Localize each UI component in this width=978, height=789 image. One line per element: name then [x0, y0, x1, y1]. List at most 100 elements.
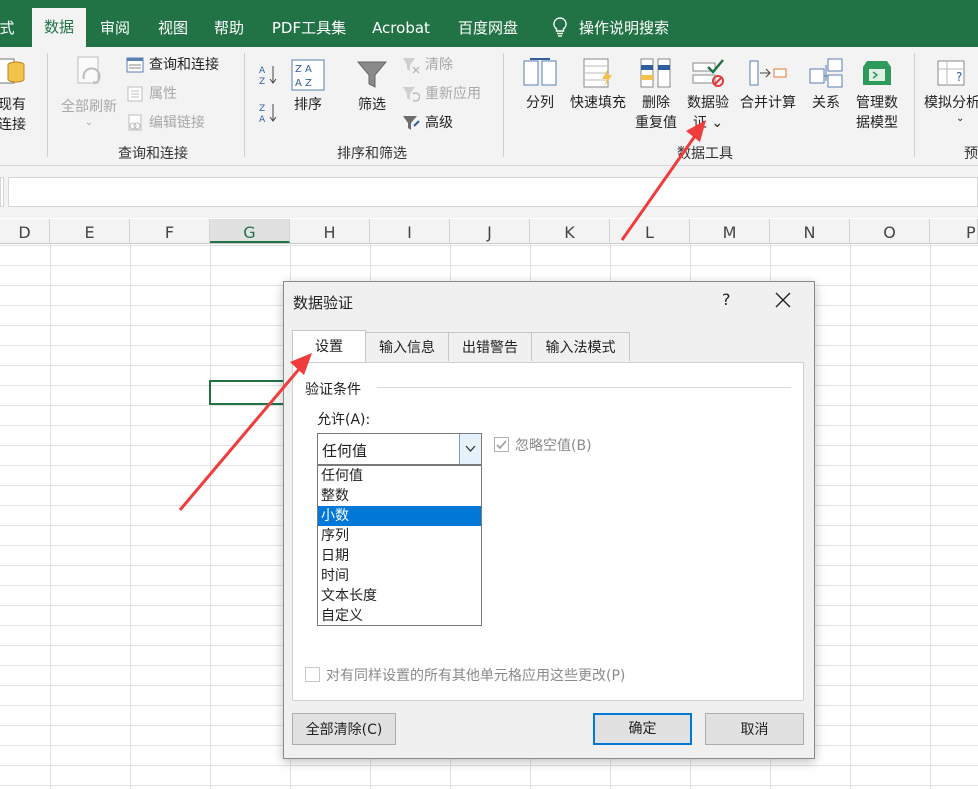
column-header-h[interactable]: H: [290, 219, 370, 243]
option-date[interactable]: 日期: [318, 546, 481, 566]
cancel-button[interactable]: 取消: [705, 713, 804, 745]
tab-ime-mode[interactable]: 输入法模式: [531, 332, 630, 361]
column-header-g[interactable]: G: [210, 219, 290, 243]
ignore-blank-checkbox[interactable]: 忽略空值(B): [494, 435, 592, 455]
tab-input-message[interactable]: 输入信息: [365, 332, 449, 361]
ignore-blank-label: 忽略空值(B): [515, 438, 592, 454]
menu-tab-pdf-tools[interactable]: PDF工具集: [266, 0, 352, 47]
tab-settings[interactable]: 设置: [292, 330, 366, 362]
close-icon[interactable]: [771, 288, 795, 312]
relationships-button[interactable]: 关系: [804, 57, 848, 113]
data-validation-label: 数据验 证 ⌄: [687, 95, 729, 131]
queries-connections-button[interactable]: 查询和连接: [126, 54, 219, 76]
sort-label: 排序: [294, 97, 322, 113]
existing-connections-label: 现有 连接: [0, 97, 26, 133]
group-label-data-tools: 数据工具: [677, 146, 733, 162]
column-header-o[interactable]: O: [850, 219, 930, 243]
column-header-k[interactable]: K: [530, 219, 610, 243]
refresh-all-button[interactable]: 全部刷新 ⌄: [56, 55, 122, 129]
refresh-all-label: 全部刷新: [61, 99, 117, 115]
ok-button[interactable]: 确定: [593, 713, 692, 745]
clear-filter-label: 清除: [425, 57, 453, 73]
tab-error-alert[interactable]: 出错警告: [448, 332, 532, 361]
properties-button[interactable]: 属性: [126, 83, 177, 105]
data-validation-dialog: 数据验证 ? 设置 输入信息 出错警告 输入法模式 验证条件 允许(A): 任何…: [283, 281, 815, 759]
refresh-all-chevron-icon: ⌄: [84, 117, 94, 128]
data-validation-icon: [692, 59, 724, 87]
option-any-value[interactable]: 任何值: [318, 466, 481, 486]
svg-text:Z: Z: [259, 104, 265, 114]
reapply-button[interactable]: 重新应用: [402, 83, 481, 105]
name-box[interactable]: [0, 177, 4, 207]
group-label-queries: 查询和连接: [118, 146, 188, 162]
flash-fill-button[interactable]: 快速填充: [566, 57, 630, 113]
consolidate-button[interactable]: 合并计算: [736, 57, 800, 113]
column-header-e[interactable]: E: [50, 219, 130, 243]
menu-tab-view[interactable]: 视图: [150, 0, 196, 47]
what-if-label: 模拟分析: [924, 95, 978, 111]
edit-links-button[interactable]: 编辑链接: [126, 112, 205, 134]
group-label-forecast: 预: [964, 146, 978, 162]
allow-select[interactable]: 任何值: [317, 433, 482, 465]
column-header-j[interactable]: J: [450, 219, 530, 243]
group-separator: [244, 53, 245, 157]
option-text-length[interactable]: 文本长度: [318, 586, 481, 606]
formula-input[interactable]: [8, 177, 978, 207]
advanced-filter-label: 高级: [425, 115, 453, 131]
group-separator: [914, 53, 915, 157]
manage-data-model-button[interactable]: 管理数 据模型: [852, 57, 902, 133]
formula-bar: [0, 166, 978, 218]
remove-duplicates-icon: [640, 58, 671, 88]
option-time[interactable]: 时间: [318, 566, 481, 586]
group-separator: [47, 53, 48, 157]
sort-button[interactable]: Z A A Z 排序: [286, 59, 330, 115]
column-header-l[interactable]: L: [610, 219, 690, 243]
dialog-title: 数据验证: [293, 294, 354, 312]
group-label-sort-filter: 排序和筛选: [337, 146, 407, 162]
option-list[interactable]: 序列: [318, 526, 481, 546]
column-header-d[interactable]: D: [0, 219, 50, 243]
svg-text:A: A: [259, 115, 266, 125]
tell-me-search[interactable]: 操作说明搜索: [546, 0, 676, 47]
ribbon: 现有 连接 全部刷新 ⌄ 查询和连接 属性 编辑链接 查询和连接 AZ ZA Z…: [0, 47, 978, 166]
filter-funnel-icon: [356, 61, 388, 88]
svg-text:Z A: Z A: [295, 64, 312, 75]
menu-tab-help[interactable]: 帮助: [206, 0, 252, 47]
text-to-columns-label: 分列: [526, 95, 554, 111]
queries-connections-icon: [126, 57, 144, 73]
what-if-analysis-button[interactable]: ? 模拟分析 ⌄: [924, 57, 978, 125]
column-header-i[interactable]: I: [370, 219, 450, 243]
text-to-columns-button[interactable]: 分列: [518, 57, 562, 113]
filter-button[interactable]: 筛选: [350, 59, 394, 115]
apply-to-all-checkbox[interactable]: 对有同样设置的所有其他单元格应用这些更改(P): [305, 665, 625, 685]
validation-criteria-heading: 验证条件: [305, 382, 361, 398]
column-header-n[interactable]: N: [770, 219, 850, 243]
menu-tab-baidu-netdisk[interactable]: 百度网盘: [452, 0, 524, 47]
help-button[interactable]: ?: [722, 290, 731, 309]
column-header-p[interactable]: P: [930, 219, 978, 243]
existing-connections-button[interactable]: 现有 连接: [0, 55, 30, 135]
sort-ascending-button[interactable]: AZ: [258, 63, 278, 87]
menu-tab-data[interactable]: 数据: [32, 8, 86, 47]
option-decimal[interactable]: 小数: [318, 506, 481, 526]
column-header-m[interactable]: M: [690, 219, 770, 243]
menu-tab-acrobat[interactable]: Acrobat: [366, 0, 436, 47]
clear-all-button[interactable]: 全部清除(C): [292, 713, 396, 745]
clear-filter-button[interactable]: 清除: [402, 54, 453, 76]
option-whole-number[interactable]: 整数: [318, 486, 481, 506]
option-custom[interactable]: 自定义: [318, 606, 481, 626]
active-cell[interactable]: [209, 380, 290, 405]
sort-descending-button[interactable]: ZA: [258, 101, 278, 125]
ignore-blank-check: [494, 437, 509, 452]
chevron-down-icon: [465, 445, 476, 452]
consolidate-label: 合并计算: [740, 95, 796, 111]
remove-duplicates-button[interactable]: 删除 重复值: [632, 57, 680, 133]
advanced-filter-button[interactable]: 高级: [402, 112, 453, 134]
menu-tab-formulas[interactable]: 式: [0, 0, 18, 47]
svg-text:?: ?: [956, 70, 962, 84]
data-validation-button[interactable]: 数据验 证 ⌄: [684, 57, 732, 133]
column-header-f[interactable]: F: [130, 219, 210, 243]
menu-tab-review[interactable]: 审阅: [92, 0, 138, 47]
edit-links-icon: [128, 114, 142, 131]
dropdown-arrow-button[interactable]: [459, 434, 481, 464]
